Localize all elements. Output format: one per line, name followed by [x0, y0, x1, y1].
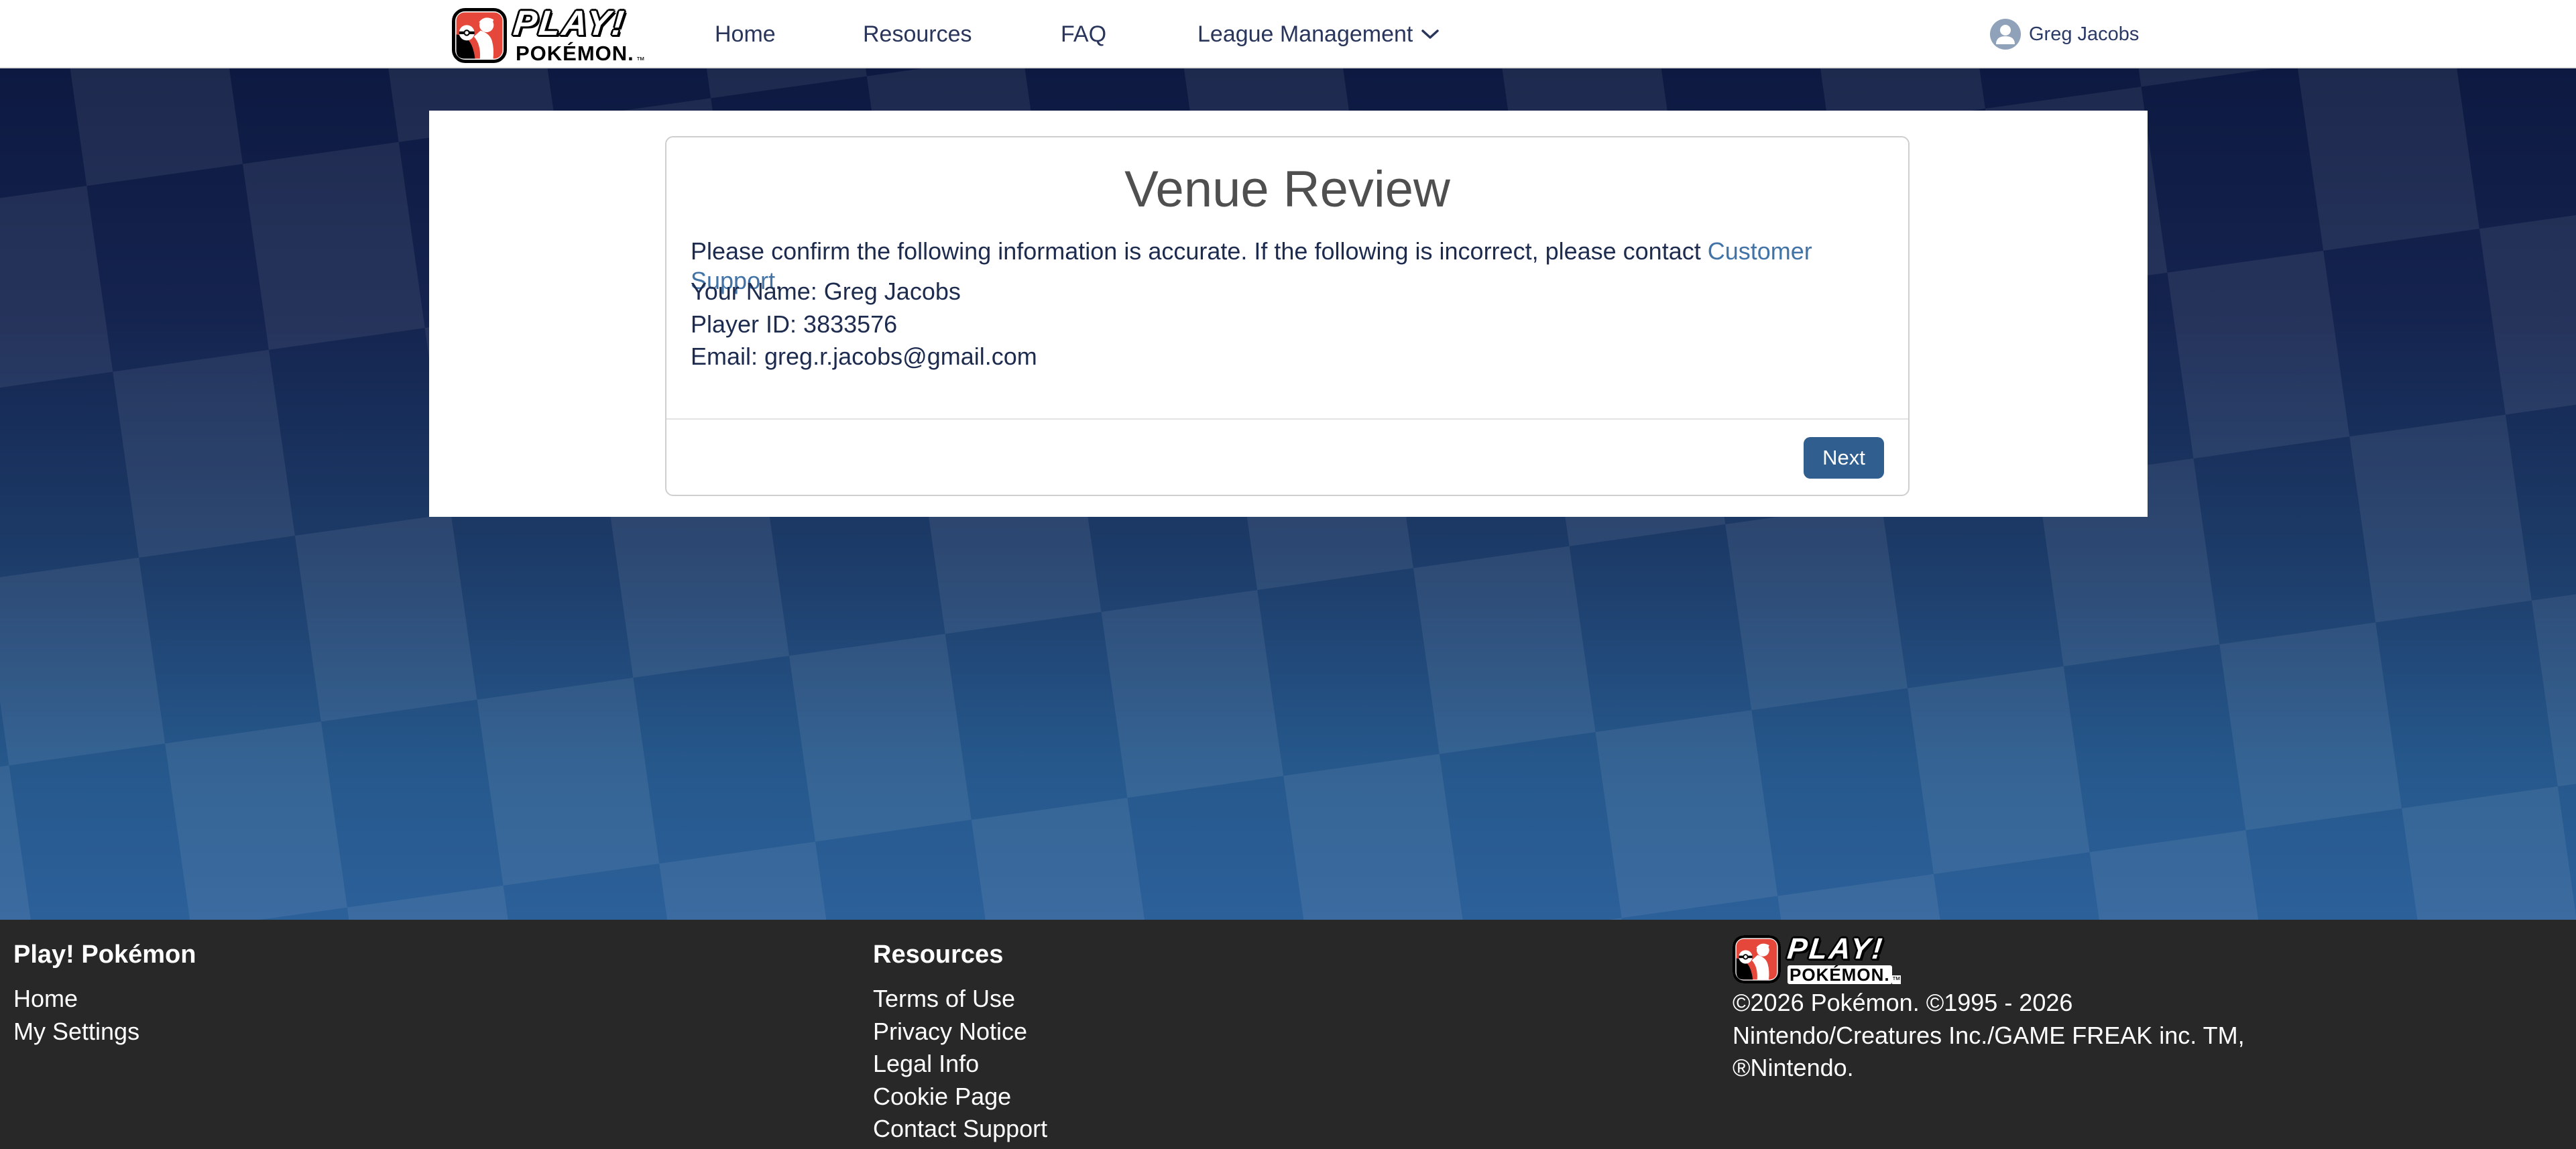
page-footer: Play! Pokémon Home My Settings Resources… [0, 920, 2576, 1149]
copyright-line-3: ®Nintendo. [1733, 1052, 2245, 1085]
nav-league-management[interactable]: League Management [1197, 0, 1440, 68]
footer-link-privacy-notice[interactable]: Privacy Notice [873, 1016, 1047, 1048]
venue-review-card: Venue Review Please confirm the followin… [665, 136, 1910, 496]
footer-logo-play-word: PLAY! [1786, 934, 1885, 964]
next-button[interactable]: Next [1804, 437, 1884, 479]
copyright-text: ©2026 Pokémon. ©1995 - 2026 Nintendo/Cre… [1733, 987, 2245, 1085]
content-panel: Venue Review Please confirm the followin… [429, 111, 2148, 517]
footer-link-my-settings[interactable]: My Settings [13, 1016, 196, 1048]
user-menu[interactable]: Greg Jacobs [1990, 0, 2139, 68]
footer-link-cookie-page[interactable]: Cookie Page [873, 1081, 1047, 1113]
footer-logo-tm-mark: ™ [1892, 975, 1901, 984]
user-name: Greg Jacobs [2029, 23, 2139, 46]
footer-link-terms-of-use[interactable]: Terms of Use [873, 983, 1047, 1016]
play-pokemon-emblem [452, 8, 507, 63]
nav-league-management-label: League Management [1197, 21, 1413, 48]
footer-link-contact-support[interactable]: Contact Support [873, 1113, 1047, 1146]
nav-faq[interactable]: FAQ [1061, 0, 1106, 68]
footer-logo-pokemon-word: POKÉMON. [1788, 965, 1892, 984]
card-footer-divider [666, 418, 1908, 420]
footer-play-pokemon-logo[interactable]: PLAY! POKÉMON.™ [1733, 934, 2245, 984]
chevron-down-icon [1421, 29, 1440, 40]
copyright-line-2: Nintendo/Creatures Inc./GAME FREAK inc. … [1733, 1020, 2245, 1052]
footer-play-pokemon-emblem [1733, 935, 1781, 983]
nav-resources[interactable]: Resources [863, 0, 972, 68]
page-background: Venue Review Please confirm the followin… [0, 68, 2576, 920]
page-title: Venue Review [666, 162, 1908, 218]
footer-heading-play-pokemon: Play! Pokémon [13, 940, 196, 969]
logo-play-word: PLAY! [512, 6, 628, 41]
player-id-line: Player ID: 3833576 [691, 308, 1037, 341]
player-name-line: Your Name: Greg Jacobs [691, 276, 1037, 308]
confirmation-text-prefix: Please confirm the following information… [691, 237, 1708, 265]
player-details: Your Name: Greg Jacobs Player ID: 383357… [691, 276, 1037, 373]
top-nav: PLAY! POKÉMON.™ Home Resources FAQ Leagu… [0, 0, 2576, 68]
copyright-line-1: ©2026 Pokémon. ©1995 - 2026 [1733, 987, 2245, 1020]
user-avatar [1990, 19, 2021, 50]
logo-pokemon-word: POKÉMON. [514, 42, 636, 64]
footer-heading-resources: Resources [873, 940, 1047, 969]
logo-tm-mark: ™ [636, 56, 645, 64]
footer-column-resources: Resources Terms of Use Privacy Notice Le… [873, 920, 1047, 1146]
footer-column-play-pokemon: Play! Pokémon Home My Settings [13, 920, 196, 1048]
nav-home[interactable]: Home [715, 0, 776, 68]
player-email-line: Email: greg.r.jacobs@gmail.com [691, 341, 1037, 373]
person-icon [1990, 19, 2021, 50]
play-pokemon-logo[interactable]: PLAY! POKÉMON.™ [452, 6, 645, 64]
footer-link-legal-info[interactable]: Legal Info [873, 1048, 1047, 1081]
footer-column-brand: PLAY! POKÉMON.™ ©2026 Pokémon. ©1995 - 2… [1733, 920, 2245, 1085]
footer-link-home[interactable]: Home [13, 983, 196, 1016]
